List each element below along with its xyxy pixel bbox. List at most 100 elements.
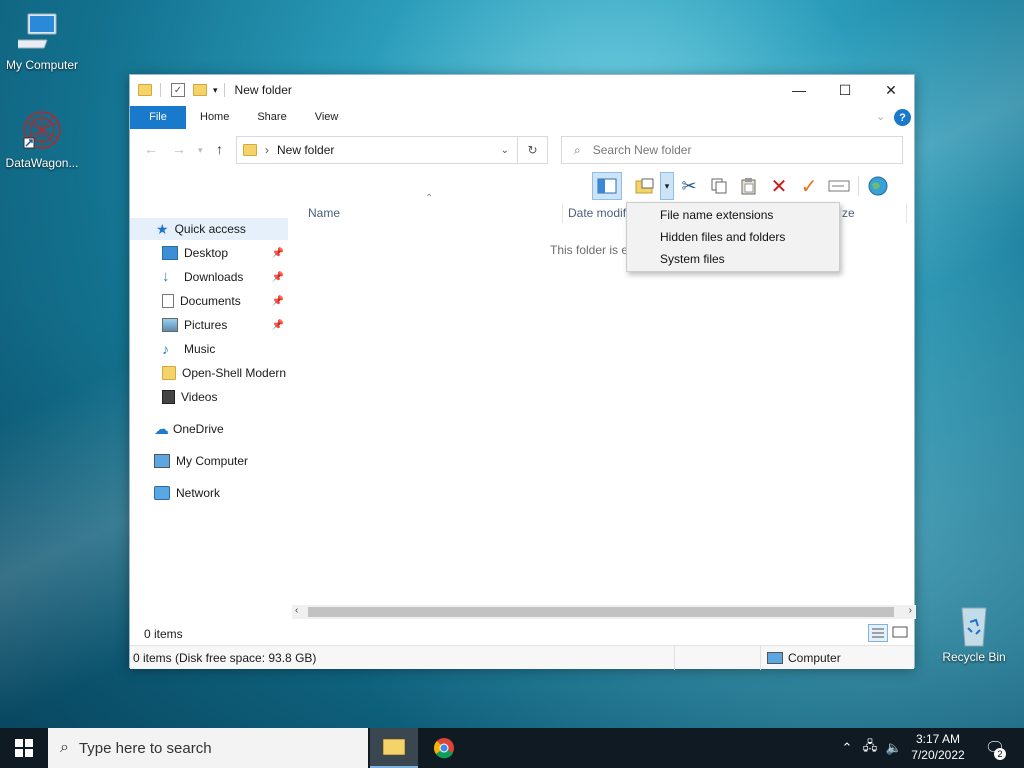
nav-item-my-computer[interactable]: My Computer bbox=[130, 450, 288, 472]
clock[interactable]: 3:17 AM 7/20/2022 bbox=[900, 731, 976, 763]
nav-item-desktop[interactable]: Desktop 📌 bbox=[130, 242, 288, 264]
cloud-icon: ☁ bbox=[154, 421, 169, 438]
folder-options-button[interactable] bbox=[630, 172, 660, 200]
network-tray-icon[interactable]: 🖧 bbox=[860, 728, 880, 768]
scroll-right-icon[interactable]: › bbox=[909, 605, 912, 616]
paste-icon[interactable] bbox=[734, 172, 764, 200]
copy-icon[interactable] bbox=[704, 172, 734, 200]
show-options-dropdown[interactable]: ▾ bbox=[660, 172, 674, 200]
taskbar-search-input[interactable]: ⌕ Type here to search bbox=[48, 728, 368, 768]
new-folder-icon[interactable] bbox=[193, 84, 207, 96]
nav-item-label: Desktop bbox=[184, 246, 229, 260]
desktop-icon-datawagon[interactable]: DataWagon... bbox=[0, 108, 84, 170]
title-bar[interactable]: ✓ ▾ New folder — ☐ ✕ bbox=[130, 75, 914, 105]
menu-item-system-files[interactable]: System files bbox=[660, 248, 725, 270]
windows-logo-icon bbox=[15, 739, 33, 757]
forward-button[interactable]: → bbox=[172, 141, 186, 157]
search-placeholder: Type here to search bbox=[78, 739, 212, 757]
notifications-button[interactable]: 🗨 2 bbox=[982, 728, 1008, 768]
empty-folder-text: This folder is e bbox=[550, 243, 629, 257]
pin-icon[interactable]: 📌 bbox=[272, 248, 284, 259]
address-dropdown-icon[interactable]: ⌄ bbox=[501, 145, 509, 156]
pin-icon[interactable]: 📌 bbox=[272, 320, 284, 331]
search-icon: ⌕ bbox=[60, 739, 69, 756]
globe-icon[interactable] bbox=[863, 172, 893, 200]
nav-item-pictures[interactable]: Pictures 📌 bbox=[130, 314, 288, 336]
column-header-size[interactable]: ze bbox=[842, 201, 855, 225]
desktop-icon-label: Recycle Bin bbox=[942, 650, 1006, 664]
nav-item-network[interactable]: Network bbox=[130, 482, 288, 504]
tab-home[interactable]: Home bbox=[186, 106, 243, 129]
column-header-date[interactable]: Date modifi bbox=[568, 201, 629, 225]
computer-icon bbox=[767, 652, 783, 664]
search-input[interactable]: ⌕ Search New folder bbox=[561, 136, 903, 164]
folder-icon bbox=[243, 144, 257, 156]
back-button[interactable]: ← bbox=[144, 141, 158, 157]
network-icon bbox=[154, 486, 170, 500]
properties-check-icon[interactable]: ✓ bbox=[794, 172, 824, 200]
nav-item-onedrive[interactable]: ☁ OneDrive bbox=[130, 418, 288, 440]
datawagon-icon bbox=[18, 108, 66, 154]
menu-item-hidden-files[interactable]: Hidden files and folders bbox=[660, 226, 785, 248]
desktop-icon-my-computer[interactable]: My Computer bbox=[0, 10, 84, 72]
status-bar: 0 items (Disk free space: 93.8 GB) Compu… bbox=[130, 645, 914, 670]
folder-options-icon bbox=[635, 178, 654, 194]
nav-item-label: Open-Shell Modern bbox=[182, 366, 287, 380]
nav-item-downloads[interactable]: ↓ Downloads 📌 bbox=[130, 266, 288, 288]
taskbar-chrome[interactable] bbox=[420, 728, 468, 768]
rename-icon[interactable] bbox=[824, 172, 854, 200]
folder-icon bbox=[162, 366, 176, 380]
item-count: 0 items bbox=[144, 627, 183, 641]
divider bbox=[760, 646, 761, 670]
nav-item-label: My Computer bbox=[176, 454, 249, 468]
nav-item-music[interactable]: ♪ Music bbox=[130, 338, 288, 360]
pin-icon[interactable]: 📌 bbox=[272, 272, 284, 283]
close-button[interactable]: ✕ bbox=[868, 75, 914, 105]
minimize-button[interactable]: — bbox=[776, 75, 822, 105]
breadcrumb-current[interactable]: New folder bbox=[277, 143, 334, 157]
navigation-pane-button[interactable] bbox=[592, 172, 622, 200]
pin-icon[interactable]: 📌 bbox=[272, 296, 284, 307]
nav-item-label: Network bbox=[176, 486, 221, 500]
expand-ribbon-icon[interactable]: ⌄ bbox=[876, 110, 885, 123]
large-icons-view-button[interactable] bbox=[891, 624, 909, 642]
delete-icon[interactable]: ✕ bbox=[764, 172, 794, 200]
nav-item-label: Documents bbox=[180, 294, 241, 308]
notification-badge: 2 bbox=[994, 748, 1006, 760]
nav-item-label: Music bbox=[184, 342, 216, 356]
show-hidden-icons-button[interactable]: ⌃ bbox=[838, 728, 856, 768]
customize-quick-access-icon[interactable]: ▾ bbox=[213, 85, 218, 96]
column-divider bbox=[562, 203, 563, 223]
menu-item-file-name-extensions[interactable]: File name extensions bbox=[660, 204, 773, 226]
column-divider bbox=[906, 203, 907, 223]
tab-view[interactable]: View bbox=[301, 106, 353, 129]
nav-item-open-shell[interactable]: Open-Shell Modern bbox=[130, 362, 288, 384]
navigation-pane: ★ Quick access Desktop 📌 ↓ Downloads 📌 D… bbox=[130, 215, 290, 605]
scrollbar-thumb[interactable] bbox=[308, 607, 894, 617]
search-icon: ⌕ bbox=[574, 142, 581, 157]
refresh-button[interactable]: ↻ bbox=[518, 136, 548, 164]
tab-share[interactable]: Share bbox=[243, 106, 300, 129]
horizontal-scrollbar[interactable]: ‹ › bbox=[292, 605, 916, 619]
taskbar-file-explorer[interactable] bbox=[370, 728, 418, 768]
scroll-left-icon[interactable]: ‹ bbox=[295, 605, 298, 616]
help-icon[interactable]: ? bbox=[894, 109, 911, 126]
nav-item-videos[interactable]: Videos bbox=[130, 386, 288, 408]
tab-file[interactable]: File bbox=[130, 106, 186, 129]
cut-icon[interactable]: ✂ bbox=[674, 172, 704, 200]
address-bar[interactable]: › New folder ⌄ bbox=[236, 136, 518, 164]
column-header-name[interactable]: Name bbox=[308, 201, 340, 225]
music-note-icon: ♪ bbox=[162, 341, 169, 357]
recent-locations-button[interactable]: ▾ bbox=[198, 145, 203, 156]
nav-item-documents[interactable]: Documents 📌 bbox=[130, 290, 288, 312]
details-view-button[interactable] bbox=[868, 624, 888, 642]
sort-arrow-icon: ⌃ bbox=[425, 193, 434, 204]
address-row: ← → ▾ ↑ › New folder ⌄ ↻ ⌕ Search New fo… bbox=[130, 133, 914, 165]
start-button[interactable] bbox=[0, 728, 48, 768]
up-button[interactable]: ↑ bbox=[216, 141, 223, 157]
nav-item-quick-access[interactable]: ★ Quick access bbox=[130, 218, 288, 240]
nav-item-label: OneDrive bbox=[173, 422, 224, 436]
properties-icon[interactable]: ✓ bbox=[171, 83, 185, 97]
desktop-icon-recycle-bin[interactable]: Recycle Bin bbox=[932, 602, 1016, 664]
maximize-button[interactable]: ☐ bbox=[822, 75, 868, 105]
